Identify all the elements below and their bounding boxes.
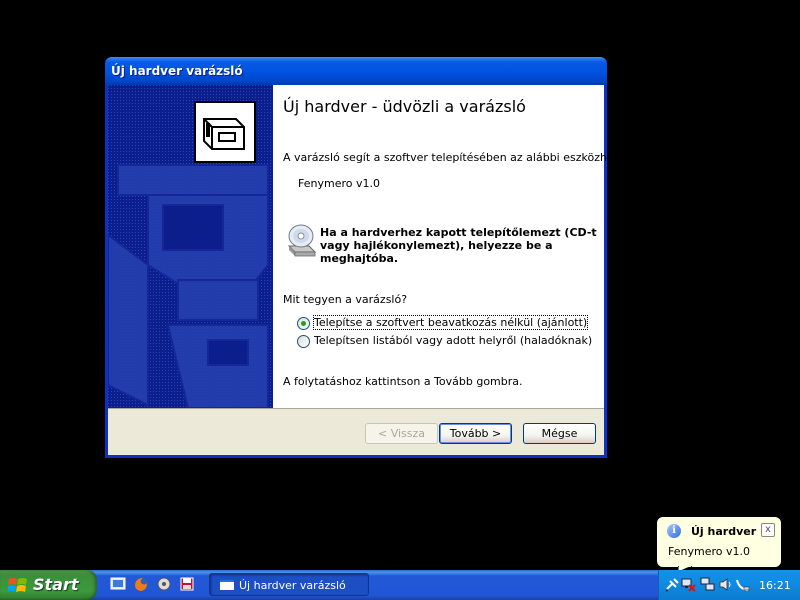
continue-hint: A folytatáshoz kattintson a Tovább gombr… [283, 375, 523, 388]
question-text: Mit tegyen a varázsló? [283, 293, 408, 306]
wizard-window: Új hardver varázsló Új hardver - üdvözli… [105, 57, 623, 458]
wizard-content: Új hardver - üdvözli a varázsló A varázs… [273, 85, 623, 408]
radio-button-selected[interactable] [297, 317, 310, 330]
cd-hint-line: meghajtóba. [320, 252, 399, 265]
device-name: Fenymero v1.0 [298, 177, 380, 190]
network-computers-icon[interactable] [700, 577, 715, 592]
hardware-plug-icon[interactable] [665, 577, 680, 592]
radio-button[interactable] [297, 335, 310, 348]
next-button[interactable]: Tovább > [439, 423, 512, 444]
window-icon [220, 580, 234, 590]
button-separator [108, 408, 604, 409]
media-player-icon[interactable] [156, 576, 172, 592]
wizard-banner [108, 85, 273, 408]
cancel-button[interactable]: Mégse [523, 423, 596, 444]
firefox-icon[interactable] [133, 576, 149, 592]
system-tray: 16:21 [658, 570, 800, 600]
balloon-title: Új hardver [691, 525, 757, 538]
save-disk-icon[interactable] [179, 576, 195, 592]
notification-balloon[interactable]: i Új hardver x Fenymero v1.0 [656, 516, 782, 568]
show-desktop-icon[interactable] [110, 576, 126, 592]
taskbar-button-wizard[interactable]: Új hardver varázsló [209, 573, 369, 596]
start-button[interactable]: Start [0, 570, 97, 600]
window-titlebar[interactable]: Új hardver varázsló [105, 57, 607, 85]
back-button[interactable]: < Vissza [365, 423, 438, 444]
clock[interactable]: 16:21 [759, 579, 791, 592]
balloon-text: Fenymero v1.0 [668, 545, 750, 558]
cd-drive-icon [287, 224, 317, 257]
intro-text: A varázsló segít a szoftver telepítésébe… [283, 151, 624, 164]
cd-hint-line: Ha a hardverhez kapott telepítőlemezt (C… [320, 226, 597, 239]
speaker-icon[interactable] [718, 577, 733, 592]
hardware-icon [194, 101, 256, 163]
windows-logo-icon [8, 578, 27, 592]
info-icon: i [667, 524, 681, 538]
radio-label-manual[interactable]: Telepítsen listából vagy adott helyről (… [314, 334, 592, 347]
wizard-heading: Új hardver - üdvözli a varázsló [283, 97, 526, 116]
network-disconnected-icon[interactable] [681, 577, 696, 592]
taskbar: Start Új hardver varázsló 16:21 [0, 570, 800, 600]
balloon-close-button[interactable]: x [761, 523, 775, 537]
wizard-client-area: Új hardver - üdvözli a varázsló A varázs… [108, 85, 623, 455]
cd-hint-line: vagy hajlékonylemezt), helyezze be a [320, 239, 553, 252]
taskbar-button-label: Új hardver varázsló [239, 579, 346, 592]
window-title: Új hardver varázsló [111, 64, 243, 78]
modem-icon[interactable] [735, 577, 750, 592]
start-label: Start [33, 575, 79, 594]
radio-label-auto[interactable]: Telepítse a szoftvert beavatkozás nélkül… [312, 315, 589, 330]
